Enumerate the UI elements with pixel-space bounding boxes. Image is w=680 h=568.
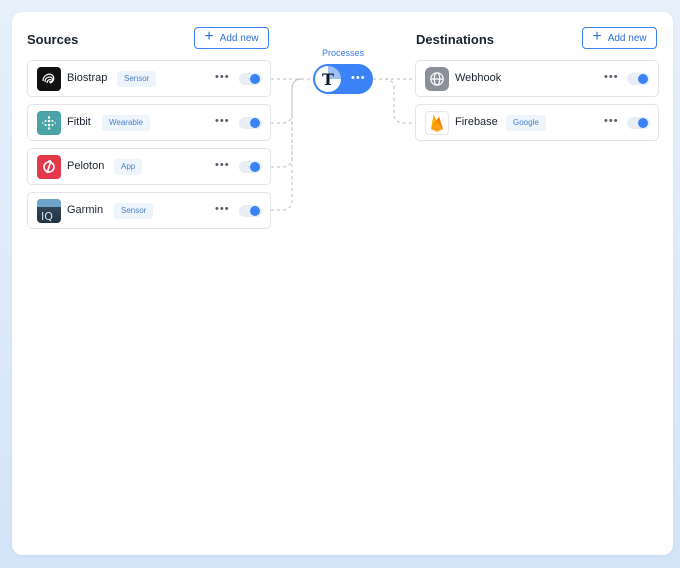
destination-tag: Google (506, 115, 546, 131)
source-enable-toggle[interactable] (239, 161, 262, 173)
processes-label: Processes (322, 48, 365, 58)
destination-card-firebase[interactable]: Firebase Google ••• (415, 104, 659, 141)
source-name: Garmin (67, 204, 104, 216)
more-options-icon[interactable]: ••• (215, 203, 230, 215)
more-options-icon[interactable]: ••• (215, 71, 230, 83)
source-tag: Sensor (117, 71, 157, 87)
peloton-logo-icon (37, 155, 61, 179)
destination-enable-toggle[interactable] (627, 117, 650, 129)
transform-glyph: T (322, 69, 334, 89)
source-name: Biostrap (67, 72, 108, 84)
source-enable-toggle[interactable] (239, 117, 262, 129)
destinations-title: Destinations (416, 32, 495, 47)
biostrap-logo-icon (37, 67, 61, 91)
source-enable-toggle[interactable] (239, 205, 262, 217)
source-card-fitbit[interactable]: Fitbit Wearable ••• (27, 104, 271, 141)
firebase-flame-icon (425, 111, 449, 135)
garmin-iq-logo-icon: IQ (37, 199, 61, 223)
source-name: Fitbit (67, 116, 91, 128)
svg-text:IQ: IQ (41, 210, 53, 223)
source-tag: Wearable (102, 115, 151, 131)
destination-name: Webhook (455, 72, 502, 84)
fitbit-logo-icon (37, 111, 61, 135)
more-options-icon[interactable]: ••• (215, 159, 230, 171)
process-node[interactable]: T ••• (313, 64, 373, 94)
more-options-icon[interactable]: ••• (215, 115, 230, 127)
add-source-label: Add new (219, 32, 259, 44)
sources-title: Sources (27, 32, 79, 47)
source-enable-toggle[interactable] (239, 73, 262, 85)
source-tag: Sensor (114, 203, 154, 219)
add-source-button[interactable]: + Add new (194, 27, 269, 49)
source-card-biostrap[interactable]: Biostrap Sensor ••• (27, 60, 271, 97)
source-name: Peloton (67, 160, 105, 172)
destination-enable-toggle[interactable] (627, 73, 650, 85)
plus-icon: + (592, 28, 602, 45)
add-destination-label: Add new (607, 32, 647, 44)
destination-card-webhook[interactable]: Webhook ••• (415, 60, 659, 97)
plus-icon: + (204, 28, 214, 45)
source-tag: App (114, 159, 143, 175)
source-card-garmin[interactable]: IQ Garmin Sensor ••• (27, 192, 271, 229)
source-card-peloton[interactable]: Peloton App ••• (27, 148, 271, 185)
globe-icon (425, 67, 449, 91)
more-options-icon[interactable]: ••• (604, 71, 619, 83)
destination-name: Firebase (455, 116, 498, 128)
transform-process-icon: T (315, 66, 341, 92)
add-destination-button[interactable]: + Add new (582, 27, 657, 49)
more-options-icon[interactable]: ••• (604, 115, 619, 127)
more-options-icon[interactable]: ••• (351, 72, 366, 84)
